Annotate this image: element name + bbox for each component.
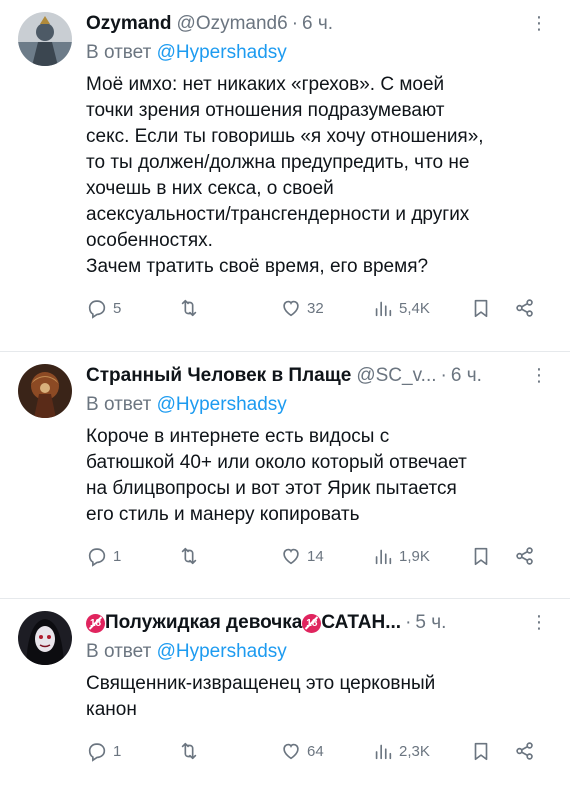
- retweet-button[interactable]: [178, 297, 200, 319]
- reply-feed: Ozymand @Ozymand6 · 6 ч. В ответ @Hypers…: [0, 0, 570, 785]
- share-icon: [516, 742, 533, 760]
- tweet-text: Моё имхо: нет никаких «грехов». С моей т…: [86, 74, 484, 277]
- views-icon: [375, 549, 392, 565]
- avatar-image: [18, 611, 72, 665]
- avatar-image: [18, 12, 72, 66]
- reply-count: 1: [113, 742, 122, 760]
- share-button[interactable]: [514, 545, 536, 567]
- views-count: 5,4K: [399, 299, 430, 317]
- bookmark-icon: [474, 547, 488, 566]
- share-icon: [516, 299, 533, 317]
- views-icon: [375, 301, 392, 317]
- timestamp[interactable]: 6 ч.: [302, 13, 333, 35]
- separator-dot: ·: [291, 13, 299, 34]
- like-count: 32: [307, 299, 324, 317]
- retweet-icon: [181, 299, 197, 317]
- reply-context: В ответ @Hypershadsy: [86, 394, 548, 420]
- separator-dot: ·: [405, 612, 412, 633]
- tweet-header: Странный Человек в Плаще @SC_v... · 6 ч.: [86, 364, 548, 388]
- display-name[interactable]: Ozymand: [86, 13, 172, 35]
- reply-context: В ответ @Hypershadsy: [86, 42, 548, 68]
- reply-mention[interactable]: @Hypershadsy: [157, 641, 287, 662]
- reply-icon: [88, 743, 106, 762]
- reply-mention[interactable]: @Hypershadsy: [157, 394, 287, 415]
- reply-prefix: В ответ: [86, 42, 152, 63]
- reply-count: 1: [113, 547, 122, 565]
- views-button[interactable]: 2,3K: [372, 740, 430, 762]
- reply-prefix: В ответ: [86, 394, 152, 415]
- like-button[interactable]: 32: [280, 297, 324, 319]
- views-icon: [375, 744, 392, 760]
- reply-button[interactable]: 1: [86, 545, 121, 567]
- like-button[interactable]: 14: [280, 545, 324, 567]
- no-under-18-icon: 18: [86, 613, 105, 633]
- timestamp[interactable]: 5 ч.: [415, 612, 446, 634]
- reply-icon: [88, 300, 106, 319]
- more-options-button[interactable]: ⋮: [530, 613, 548, 631]
- tweet-3[interactable]: 18 Полужидкая девочка 18 САТАН... · 5 ч.…: [0, 599, 570, 785]
- tweet-2[interactable]: Странный Человек в Плаще @SC_v... · 6 ч.…: [0, 352, 570, 599]
- like-button[interactable]: 64: [280, 740, 324, 762]
- avatar[interactable]: [18, 364, 72, 418]
- like-icon: [283, 548, 299, 565]
- views-button[interactable]: 1,9K: [372, 545, 430, 567]
- reply-button[interactable]: 5: [86, 297, 121, 319]
- avatar[interactable]: [18, 611, 72, 665]
- bookmark-icon: [474, 299, 488, 318]
- tweet-text: Короче в интернете есть видосы с батюшко…: [86, 426, 467, 525]
- like-icon: [283, 300, 299, 317]
- reply-prefix: В ответ: [86, 641, 152, 662]
- bookmark-button[interactable]: [470, 740, 492, 762]
- user-handle[interactable]: @Ozymand6: [177, 13, 288, 35]
- views-count: 1,9K: [399, 547, 430, 565]
- action-bar: 5 32 5,4K: [86, 280, 548, 336]
- display-name[interactable]: Странный Человек в Плаще: [86, 365, 351, 387]
- bookmark-button[interactable]: [470, 545, 492, 567]
- like-count: 14: [307, 547, 324, 565]
- reply-context: В ответ @Hypershadsy: [86, 641, 548, 667]
- tweet-header: Ozymand @Ozymand6 · 6 ч.: [86, 12, 548, 36]
- display-name-part-1[interactable]: Полужидкая девочка: [105, 612, 302, 634]
- more-options-button[interactable]: ⋮: [530, 366, 548, 384]
- separator-dot: ·: [440, 365, 447, 386]
- reply-icon: [88, 548, 106, 567]
- avatar[interactable]: [18, 12, 72, 66]
- retweet-button[interactable]: [178, 740, 200, 762]
- action-bar: 1 64 2,3K: [86, 723, 548, 779]
- bookmark-icon: [474, 742, 488, 761]
- no-under-18-icon: 18: [302, 613, 322, 633]
- action-bar: 1 14 1,9K: [86, 528, 548, 584]
- share-button[interactable]: [514, 297, 536, 319]
- like-icon: [283, 743, 299, 760]
- tweet-1[interactable]: Ozymand @Ozymand6 · 6 ч. В ответ @Hypers…: [0, 0, 570, 352]
- share-button[interactable]: [514, 740, 536, 762]
- views-button[interactable]: 5,4K: [372, 297, 430, 319]
- share-icon: [516, 547, 533, 565]
- reply-button[interactable]: 1: [86, 740, 121, 762]
- display-name-part-2[interactable]: САТАН...: [321, 612, 401, 634]
- more-options-button[interactable]: ⋮: [530, 14, 548, 32]
- reply-mention[interactable]: @Hypershadsy: [157, 42, 287, 63]
- retweet-icon: [181, 547, 197, 565]
- reply-count: 5: [113, 299, 122, 317]
- views-count: 2,3K: [399, 742, 430, 760]
- retweet-button[interactable]: [178, 545, 200, 567]
- user-handle[interactable]: @SC_v...: [356, 365, 436, 387]
- tweet-text: Священник-извращенец это церковный канон: [86, 673, 436, 720]
- avatar-image: [18, 364, 72, 418]
- retweet-icon: [181, 742, 197, 760]
- like-count: 64: [307, 742, 324, 760]
- timestamp[interactable]: 6 ч.: [451, 365, 482, 387]
- tweet-header: 18 Полужидкая девочка 18 САТАН... · 5 ч.: [86, 611, 548, 635]
- bookmark-button[interactable]: [470, 297, 492, 319]
